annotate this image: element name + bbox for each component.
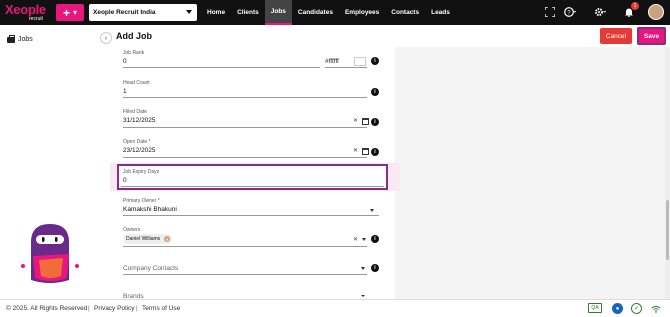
sidebar-item-label: Jobs	[18, 36, 33, 43]
head-count-underline	[123, 97, 367, 98]
fullscreen-icon[interactable]	[543, 5, 557, 19]
info-icon[interactable]: i	[371, 148, 379, 156]
company-contacts-underline[interactable]	[123, 274, 367, 275]
job-expiry-days-field: Job Expiry Days 0	[123, 169, 381, 184]
owners-field: Owners	[123, 227, 381, 233]
nav-candidates[interactable]: Candidates	[292, 0, 339, 25]
dropdown-caret-icon[interactable]	[370, 209, 374, 212]
scrollbar-track[interactable]	[665, 47, 670, 299]
privacy-policy-link[interactable]: Privacy Policy	[94, 305, 134, 312]
logo-text: Xeople	[5, 2, 46, 17]
avatar[interactable]	[648, 4, 664, 20]
save-button-label: Save	[639, 29, 664, 43]
job-rank-input[interactable]: 0	[123, 58, 381, 65]
company-contacts-label: Company Contacts	[123, 265, 179, 272]
save-button[interactable]: Save	[637, 27, 666, 45]
filled-date-label: Filled Date	[123, 109, 147, 115]
primary-owner-label: Primary Owner *	[123, 198, 160, 204]
owner-chip: Daniel Williams ✕	[123, 234, 173, 244]
primary-owner-select[interactable]: Kamakshi Bhakuni	[123, 206, 381, 213]
open-date-field: Open Date * 23/12/2025	[123, 139, 381, 154]
job-rank-label: Job Rank	[123, 50, 145, 56]
info-icon[interactable]: i	[371, 118, 379, 126]
wifi-icon[interactable]	[650, 303, 661, 314]
user-icon[interactable]: ●	[612, 303, 623, 314]
footer-separator: |	[88, 305, 90, 312]
xeople-logo[interactable]: Xeople recruit	[5, 2, 51, 23]
check-circle-icon[interactable]: ✓	[631, 303, 642, 314]
clear-icon[interactable]: ✕	[353, 117, 358, 124]
scrollbar-thumb[interactable]	[666, 200, 669, 260]
primary-owner-underline	[123, 215, 379, 216]
info-icon[interactable]: i	[371, 88, 379, 96]
job-rank-color-underline	[325, 67, 367, 68]
calendar-icon[interactable]	[362, 118, 369, 125]
dropdown-caret-icon	[186, 10, 192, 14]
nav-clients[interactable]: Clients	[231, 0, 265, 25]
footer-separator: |	[136, 305, 138, 312]
sidebar-item-jobs[interactable]: Jobs	[7, 34, 33, 43]
gear-icon[interactable]	[593, 5, 607, 19]
briefcase-icon	[7, 34, 15, 43]
owners-label: Owners	[123, 227, 141, 233]
mascot-illustration	[21, 224, 79, 283]
job-expiry-days-input[interactable]: 0	[123, 177, 381, 184]
owner-chip-label: Daniel Williams	[126, 236, 161, 242]
filled-date-field: Filled Date 31/12/2025	[123, 109, 381, 124]
organization-select[interactable]: Xeople Recruit India	[89, 4, 197, 21]
logo-subtitle: recruit	[29, 16, 43, 22]
job-rank-field: Job Rank 0	[123, 50, 381, 65]
organization-select-value: Xeople Recruit India	[93, 9, 156, 16]
environment-badge: QA	[588, 303, 602, 313]
head-count-input[interactable]: 1	[123, 88, 381, 95]
primary-owner-field: Primary Owner * Kamakshi Bhakuni	[123, 198, 381, 213]
nav-jobs[interactable]: Jobs	[264, 0, 292, 25]
collapse-sidebar-button[interactable]: ‹	[100, 32, 112, 44]
nav-home[interactable]: Home	[201, 0, 231, 25]
remove-chip-icon[interactable]: ✕	[164, 236, 171, 242]
nav-contacts[interactable]: Contacts	[385, 0, 425, 25]
help-icon[interactable]: ?	[563, 5, 577, 19]
open-date-input[interactable]: 23/12/2025	[123, 147, 381, 154]
head-count-field: Head Count 1	[123, 80, 381, 95]
info-icon[interactable]: i	[371, 57, 379, 65]
dropdown-caret-icon[interactable]	[361, 267, 365, 270]
footer: © 2025. All Rights Reserved | Privacy Po…	[0, 299, 670, 317]
color-swatch[interactable]	[354, 57, 366, 66]
info-icon[interactable]: i	[371, 235, 379, 243]
owners-underline	[123, 246, 367, 247]
chevron-down-icon: ▾	[73, 8, 78, 17]
job-expiry-days-underline	[121, 186, 384, 187]
quick-add-button[interactable]: + ▾	[56, 4, 84, 21]
job-expiry-days-label: Job Expiry Days	[123, 169, 160, 175]
filled-date-underline	[123, 127, 367, 128]
page-title: Add Job	[116, 31, 152, 41]
main-nav: Home Clients Jobs Candidates Employees C…	[201, 0, 456, 25]
info-icon[interactable]: i	[371, 264, 379, 272]
clear-icon[interactable]: ✕	[353, 236, 358, 243]
calendar-icon[interactable]	[362, 148, 369, 155]
job-rank-underline	[123, 67, 320, 68]
dropdown-caret-icon[interactable]	[362, 238, 366, 241]
nav-leads[interactable]: Leads	[425, 0, 456, 25]
notification-badge: 1	[631, 2, 639, 10]
filled-date-input[interactable]: 31/12/2025	[123, 117, 381, 124]
nav-employees[interactable]: Employees	[339, 0, 385, 25]
add-icon: +	[62, 5, 70, 20]
job-rank-color-input[interactable]: #ffffff	[325, 58, 339, 65]
cancel-button[interactable]: Cancel	[600, 28, 632, 44]
logo-wordmark: Xeople	[5, 2, 46, 17]
terms-of-use-link[interactable]: Terms of Use	[142, 305, 180, 312]
top-navigation-bar: Xeople recruit + ▾ Xeople Recruit India …	[0, 0, 670, 25]
clear-icon[interactable]: ✕	[353, 147, 358, 154]
head-count-label: Head Count	[123, 80, 150, 86]
dropdown-caret-icon[interactable]	[361, 295, 365, 297]
open-date-underline	[123, 157, 367, 158]
chevron-left-icon: ‹	[104, 34, 108, 42]
copyright-text: © 2025. All Rights Reserved	[6, 305, 88, 312]
open-date-label: Open Date *	[123, 139, 151, 145]
